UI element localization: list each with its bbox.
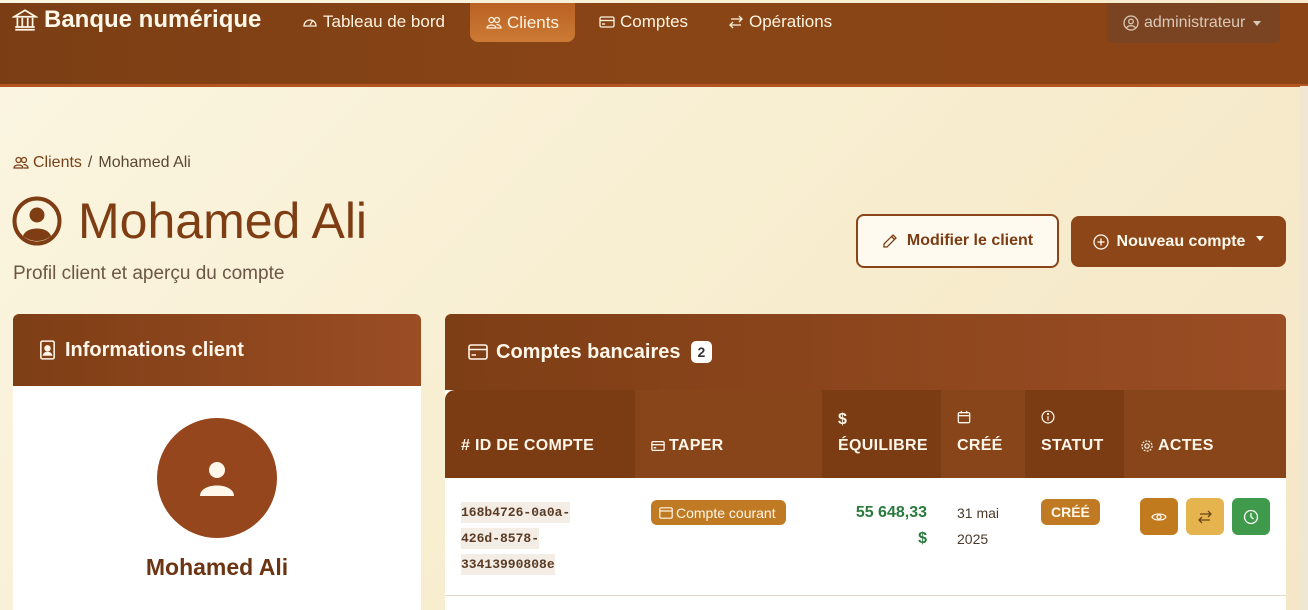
breadcrumb: Clients / Mohamed Ali [13, 154, 191, 172]
user-icon [200, 462, 234, 496]
gear-icon [1141, 440, 1153, 452]
client-name: Mohamed Ali [145, 554, 289, 580]
nav-accounts[interactable]: Comptes [599, 3, 688, 41]
account-type-label: Compte courant [676, 504, 776, 521]
page-subtitle: Profil client et aperçu du compte [13, 263, 285, 284]
client-info-title: Informations client [65, 338, 244, 361]
edit-client-label: Modifier le client [906, 232, 1034, 249]
created-day: 31 mai [957, 505, 1000, 521]
user-menu[interactable]: administrateur [1107, 3, 1280, 43]
page-title: Mohamed Ali [12, 192, 367, 250]
col-status-label: STATUT [1041, 437, 1104, 454]
nav-operations[interactable]: Opérations [728, 3, 832, 41]
clock-icon [1243, 509, 1259, 524]
people-icon [486, 16, 502, 29]
col-type-label: TAPER [669, 437, 724, 454]
accounts-table-header: # ID DE COMPTE TAPER $ ÉQUILIBRE CRÉÉ ST… [445, 390, 1286, 478]
user-circle-icon [1123, 15, 1139, 31]
people-icon [13, 156, 29, 169]
nav-accounts-label: Comptes [620, 12, 689, 31]
transfer-button[interactable] [1186, 498, 1224, 535]
account-id-line: 33413990808e [461, 554, 555, 575]
balance-currency: $ [918, 530, 927, 547]
user-circle-icon [12, 196, 62, 246]
accounts-count-badge: 2 [690, 341, 713, 363]
credit-card-icon [599, 16, 615, 28]
chevron-down-icon [1253, 20, 1262, 26]
page-title-text: Mohamed Ali [78, 193, 368, 249]
bank-accounts-card: Comptes bancaires 2 # ID DE COMPTE TAPER… [445, 314, 1286, 610]
col-actions: ACTES [1124, 390, 1286, 478]
account-created-date: 31 mai 2025 [957, 500, 1017, 552]
id-badge-icon [40, 340, 55, 360]
user-menu-label: administrateur [1144, 14, 1246, 31]
bank-accounts-title: Comptes bancaires [496, 340, 681, 363]
new-account-label: Nouveau compte [1116, 232, 1246, 250]
client-info-card: Informations client Mohamed Ali [13, 314, 421, 610]
col-account-id-label: # ID DE COMPTE [461, 437, 595, 454]
chevron-down-icon [1256, 236, 1265, 241]
eye-icon [1151, 512, 1167, 521]
new-account-button[interactable]: Nouveau compte [1071, 216, 1286, 267]
account-balance: 55 648,33 $ [837, 500, 927, 552]
edit-client-button[interactable]: Modifier le client [856, 214, 1059, 268]
dollar-icon: $ [838, 411, 848, 428]
col-status: STATUT [1025, 390, 1124, 478]
arrows-exchange-icon [1198, 510, 1212, 523]
account-type-badge: Compte courant [651, 500, 786, 525]
col-balance: $ ÉQUILIBRE [822, 390, 941, 478]
account-id[interactable]: 168b4726-0a0a- 426d-8578- 33413990808e [461, 500, 591, 578]
view-account-button[interactable] [1140, 498, 1178, 535]
account-id-line: 426d-8578- [461, 528, 540, 549]
breadcrumb-parent-label: Clients [33, 154, 82, 171]
bank-icon [12, 9, 38, 31]
brand[interactable]: Banque numérique [12, 5, 261, 35]
credit-card-icon [659, 506, 673, 519]
table-row: 168b4726-0a0a- 426d-8578- 33413990808e C… [445, 478, 1286, 596]
pencil-icon [883, 234, 897, 248]
col-balance-label: ÉQUILIBRE [838, 437, 928, 454]
col-account-id: # ID DE COMPTE [445, 390, 635, 478]
col-created: CRÉÉ [941, 390, 1025, 478]
nav-dashboard-label: Tableau de bord [323, 12, 445, 31]
page-scrollbar[interactable] [1300, 86, 1308, 610]
gauge-icon [303, 19, 317, 27]
status-badge: CRÉÉ [1041, 499, 1100, 525]
top-navbar: Banque numérique Tableau de bord Clients… [0, 3, 1308, 87]
nav-operations-label: Opérations [749, 12, 833, 31]
created-year: 2025 [957, 531, 989, 547]
balance-amount: 55 648,33 [855, 504, 927, 521]
nav-clients-label: Clients [507, 12, 559, 32]
client-info-header: Informations client [13, 314, 421, 386]
bank-accounts-header: Comptes bancaires 2 [445, 314, 1286, 390]
breadcrumb-separator: / [87, 154, 93, 171]
col-created-label: CRÉÉ [957, 437, 1003, 454]
calendar-icon [957, 410, 971, 424]
col-actions-label: ACTES [1158, 437, 1214, 454]
nav-dashboard[interactable]: Tableau de bord [302, 3, 445, 41]
info-circle-icon [1041, 410, 1055, 424]
breadcrumb-clients-link[interactable]: Clients [13, 154, 82, 172]
arrows-exchange-icon [729, 15, 743, 29]
credit-card-icon [651, 440, 665, 452]
nav-clients[interactable]: Clients [470, 3, 575, 42]
account-id-line: 168b4726-0a0a- [461, 502, 571, 523]
credit-card-icon [468, 344, 488, 360]
brand-label: Banque numérique [44, 6, 262, 33]
plus-circle-icon [1092, 233, 1109, 250]
breadcrumb-current: Mohamed Ali [98, 154, 191, 171]
history-button[interactable] [1232, 498, 1270, 535]
col-type: TAPER [635, 390, 822, 478]
avatar [157, 418, 277, 538]
